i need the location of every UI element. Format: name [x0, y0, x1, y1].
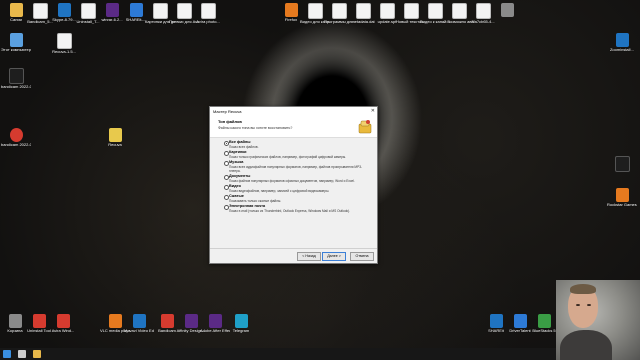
red-file-icon	[32, 314, 46, 328]
back-button[interactable]: < Назад	[297, 252, 321, 261]
file-type-option[interactable]: Картинки Показ только графических файлов,…	[224, 150, 377, 159]
blue-file-icon	[132, 314, 146, 328]
start-button[interactable]	[3, 350, 11, 358]
doc-file-icon	[331, 3, 347, 19]
option-description: Показ файлов популярных форматов офисных…	[229, 179, 355, 183]
option-description: Показ e-mail (только из Thunderbird, Out…	[229, 209, 351, 213]
desktop-icon[interactable]: Avira Wind...	[48, 314, 78, 333]
doc-file-icon	[451, 3, 467, 19]
radio-button[interactable]	[224, 195, 229, 200]
radio-button[interactable]	[224, 161, 229, 166]
green-file-icon	[537, 314, 551, 328]
doc-file-icon	[32, 3, 48, 19]
purple-file-icon	[184, 314, 198, 328]
close-icon[interactable]: ✕	[371, 107, 375, 116]
file-type-option[interactable]: Все файлы Показ всех файлов.	[224, 140, 377, 149]
file-type-option[interactable]: Документы Показ файлов популярных формато…	[224, 174, 377, 183]
webcam-overlay	[556, 280, 640, 360]
red-file-icon	[160, 314, 174, 328]
file-type-options: Все файлы Показ всех файлов. Картинки Показ…	[210, 138, 377, 213]
purple-file-icon	[208, 314, 222, 328]
dialog-titlebar[interactable]: Мастер Recuva ✕	[210, 107, 377, 116]
next-button[interactable]: Далее >	[322, 252, 346, 261]
rockstar-games-icon[interactable]: Rockstar Games...	[607, 188, 637, 207]
radio-button[interactable]	[224, 205, 229, 210]
blue-file-icon	[489, 314, 503, 328]
doc-file-icon	[379, 3, 395, 19]
folder-icon[interactable]	[33, 350, 41, 358]
wizard-header: Тип файлов Файлы какого типа вы хотите в…	[210, 116, 377, 138]
taskbar-app-icon[interactable]	[18, 350, 26, 358]
desktop-icon[interactable]: Movavi Video Editor Plus	[124, 314, 154, 333]
folder-file-icon	[9, 3, 23, 17]
recuva-shortcut-icon[interactable]: Recuva	[100, 128, 130, 147]
dialog-title: Мастер Recuva	[213, 109, 242, 114]
record-icon	[9, 128, 23, 142]
video-file-icon	[8, 68, 24, 84]
option-description: Показ всех аудиофайлов популярных формат…	[229, 165, 363, 173]
gray-file-icon	[8, 314, 22, 328]
computer-icon	[9, 33, 23, 47]
radio-button[interactable]	[224, 151, 229, 156]
desktop-icon[interactable]: Avira photo...	[193, 3, 223, 24]
doc-file-icon	[427, 3, 443, 19]
desktop-icon[interactable]: Telegram	[226, 314, 256, 333]
doc-file-icon	[307, 3, 323, 19]
orange-file-icon	[108, 314, 122, 328]
app-file-icon	[129, 3, 143, 17]
radio-button[interactable]	[224, 175, 229, 180]
document-icon	[56, 33, 72, 49]
recuva-icon	[108, 128, 122, 142]
file-type-option[interactable]: Видео Показ видеофайлов, например, записе…	[224, 184, 377, 193]
doc-file-icon	[80, 3, 96, 19]
orange-file-icon	[284, 3, 298, 17]
red-file-icon	[56, 314, 70, 328]
this-pc-icon[interactable]: Этот компьютер	[1, 33, 31, 52]
doc-file-icon	[403, 3, 419, 19]
wizard-footer: < Назад Далее > Отмена	[210, 248, 377, 263]
file-type-option[interactable]: Электронная почта Показ e-mail (только из…	[224, 204, 377, 213]
option-description: Показ видеофайлов, например, записей с ц…	[229, 189, 330, 193]
recuva-installer-icon[interactable]: Recuva-1.5...	[49, 33, 79, 54]
file-icon	[614, 156, 630, 172]
radio-button[interactable]	[224, 185, 229, 190]
desktop-icon[interactable]	[492, 3, 522, 17]
option-description: Показ только графических файлов, наприме…	[229, 155, 347, 159]
doc-file-icon	[475, 3, 491, 19]
option-description: Показывать только сжатые файлы.	[229, 199, 282, 203]
doc-file-icon	[200, 3, 216, 19]
bandicam-record-icon[interactable]: bandicam 2022-04-03 ...	[1, 128, 31, 147]
radio-button[interactable]	[224, 141, 229, 146]
desktop: Сании Bandicam_5... Skype-8.79... Uninstall…	[0, 0, 640, 348]
file-type-option[interactable]: Сжатые Показывать только сжатые файлы.	[224, 194, 377, 203]
file-type-option[interactable]: Музыка Показ всех аудиофайлов популярных …	[224, 160, 377, 173]
cancel-button[interactable]: Отмена	[350, 252, 374, 261]
gray-file-icon	[500, 3, 514, 17]
doc-file-icon	[355, 3, 371, 19]
app-file-icon	[513, 314, 527, 328]
doc-file-icon	[176, 3, 192, 19]
purple-file-icon	[105, 3, 119, 17]
zoom-installer-icon[interactable]: ZoominstalI...	[607, 33, 637, 52]
bandicam-video-icon[interactable]: bandicam 2022-04-03 ...	[1, 68, 31, 89]
recuva-wizard-dialog: Мастер Recuva ✕ Тип файлов Файлы какого …	[209, 106, 378, 264]
wizard-step-title: Тип файлов	[218, 119, 242, 124]
recuva-logo-icon	[358, 120, 372, 134]
rockstar-icon	[615, 188, 629, 202]
doc-file-icon	[152, 3, 168, 19]
option-description: Показ всех файлов.	[229, 145, 259, 149]
blue-file-icon	[57, 3, 71, 17]
zoom-icon	[615, 33, 629, 47]
wizard-step-subtitle: Файлы какого типа вы хотите восстановить…	[218, 126, 293, 130]
generic-file-icon[interactable]	[607, 156, 637, 172]
taskbar	[0, 348, 640, 360]
cyan-file-icon	[234, 314, 248, 328]
